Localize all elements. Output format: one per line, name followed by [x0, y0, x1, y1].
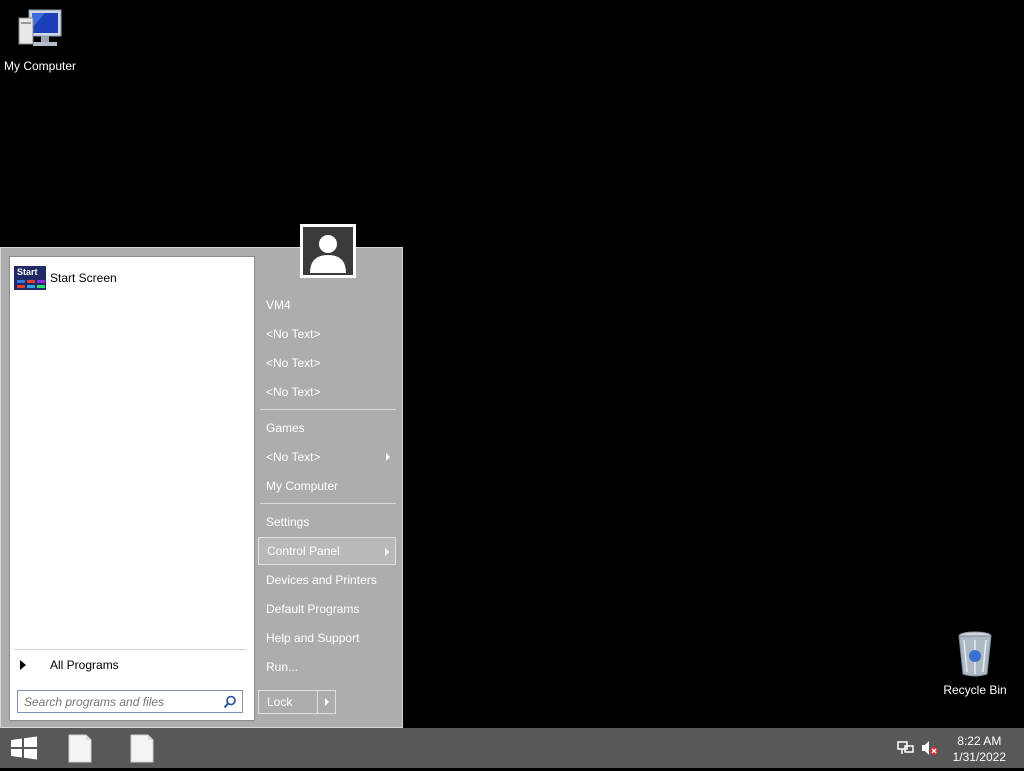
- start-item-no-text-4[interactable]: <No Text>: [258, 443, 396, 471]
- item-label: Devices and Printers: [266, 573, 377, 587]
- taskbar: 8:22 AM 1/31/2022: [0, 728, 1024, 768]
- chevron-right-icon: [386, 453, 390, 461]
- pinned-item-start-screen[interactable]: Start Start Screen: [14, 265, 248, 291]
- chevron-right-icon: [385, 548, 389, 556]
- computer-icon: [18, 9, 62, 46]
- start-item-help-and-support[interactable]: Help and Support: [258, 624, 396, 652]
- speaker-muted-icon[interactable]: [921, 740, 939, 756]
- clock-date: 1/31/2022: [952, 750, 1006, 764]
- item-label: My Computer: [266, 479, 339, 493]
- triangle-right-icon: [20, 660, 26, 670]
- user-silhouette-icon: [310, 235, 346, 273]
- recycle-bin-icon: [958, 631, 992, 677]
- document-icon: [68, 734, 92, 763]
- item-label: <No Text>: [266, 356, 321, 370]
- item-label: Help and Support: [266, 631, 360, 645]
- start-item-settings[interactable]: Settings: [258, 508, 396, 536]
- start-item-run[interactable]: Run...: [258, 653, 396, 681]
- start-screen-tile-icon: Start: [14, 266, 46, 290]
- all-programs-label: All Programs: [50, 658, 119, 672]
- desktop-icon-my-computer[interactable]: My Computer: [0, 8, 80, 73]
- document-icon: [130, 734, 154, 763]
- start-item-default-programs[interactable]: Default Programs: [258, 595, 396, 623]
- lock-split-button: Lock: [258, 690, 336, 714]
- divider: [14, 649, 246, 650]
- item-label: <No Text>: [266, 385, 321, 399]
- taskbar-app-document-2[interactable]: [122, 728, 162, 768]
- tile-caption: Start: [17, 267, 38, 277]
- search-box[interactable]: [17, 690, 243, 713]
- start-item-devices-and-printers[interactable]: Devices and Printers: [258, 566, 396, 594]
- desktop-icon-label: Recycle Bin: [943, 683, 1007, 697]
- start-item-no-text-2[interactable]: <No Text>: [258, 349, 396, 377]
- clock-time: 8:22 AM: [957, 734, 1002, 748]
- start-menu-programs-pane: Start Start Screen All Programs: [9, 256, 255, 721]
- item-label: Run...: [266, 660, 299, 674]
- start-button[interactable]: [0, 728, 48, 768]
- windows-logo-icon: [11, 736, 37, 760]
- network-icon[interactable]: [897, 740, 915, 756]
- pinned-item-label: Start Screen: [50, 271, 117, 285]
- start-item-no-text-3[interactable]: <No Text>: [258, 378, 396, 406]
- start-item-no-text-1[interactable]: <No Text>: [258, 320, 396, 348]
- taskbar-app-document-1[interactable]: [60, 728, 100, 768]
- item-label: Control Panel: [267, 544, 340, 558]
- divider: [260, 503, 396, 504]
- search-input[interactable]: [18, 691, 220, 712]
- search-icon[interactable]: [223, 695, 237, 709]
- all-programs-button[interactable]: All Programs: [20, 655, 119, 675]
- item-label: VM4: [266, 298, 291, 312]
- item-label: <No Text>: [266, 327, 321, 341]
- chevron-right-icon: [325, 698, 330, 706]
- system-clock[interactable]: 8:22 AM 1/31/2022: [953, 733, 1006, 765]
- item-label: Settings: [266, 515, 310, 529]
- desktop-icon-label: My Computer: [3, 59, 77, 73]
- start-item-control-panel[interactable]: Control Panel: [258, 537, 396, 565]
- lock-button[interactable]: Lock: [259, 691, 317, 713]
- item-label: Default Programs: [266, 602, 360, 616]
- divider: [260, 409, 396, 410]
- item-label: Games: [266, 421, 305, 435]
- start-item-games[interactable]: Games: [258, 414, 396, 442]
- desktop-icon-recycle-bin[interactable]: Recycle Bin: [935, 630, 1015, 697]
- start-item-my-computer[interactable]: My Computer: [258, 472, 396, 500]
- item-label: <No Text>: [266, 450, 321, 464]
- power-options-arrow-button[interactable]: [317, 691, 335, 713]
- user-avatar[interactable]: [300, 224, 356, 278]
- start-item-vm4[interactable]: VM4: [258, 291, 396, 319]
